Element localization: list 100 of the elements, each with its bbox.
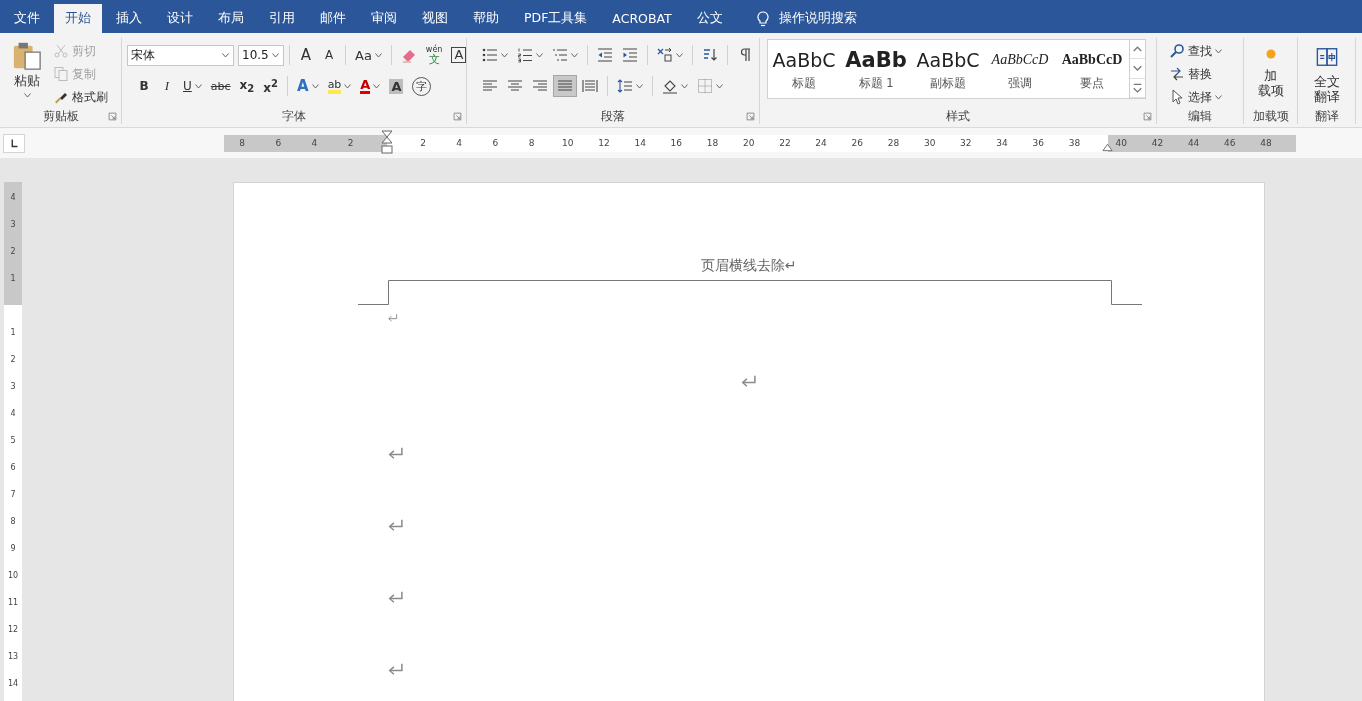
ruler-number: 2 (10, 246, 16, 256)
paint-bucket-icon (662, 78, 678, 94)
indent-marker-icon[interactable] (381, 130, 393, 156)
text-layout-icon (657, 47, 673, 63)
ruler-number: 22 (778, 136, 792, 150)
ruler-number: 38 (1067, 136, 1082, 150)
ruler-number: 42 (1151, 136, 1165, 150)
replace-button[interactable]: 替换 (1165, 63, 1226, 85)
shrink-font-button[interactable]: A (318, 44, 340, 66)
line-spacing-icon (617, 78, 633, 94)
indent-marker-icon[interactable] (1102, 142, 1113, 152)
style-item[interactable]: AaBbC 副标题 (912, 40, 984, 98)
dialog-launcher-icon[interactable] (453, 112, 462, 121)
add-ins-button[interactable]: 加 载项 (1257, 38, 1284, 108)
style-item[interactable]: AaBbC 标题 (768, 40, 840, 98)
ruler-number: 14 (633, 136, 647, 150)
ribbon-tab[interactable]: 布局 (207, 4, 255, 33)
align-center-icon (507, 78, 523, 94)
ruler-number: 10 (7, 570, 19, 580)
ruler-number: 3 (10, 381, 16, 391)
cursor-icon (1169, 89, 1185, 105)
group-label: 剪贴板 (42, 107, 79, 125)
ruler-number: 30 (922, 136, 937, 150)
ribbon-tab[interactable]: 帮助 (462, 4, 510, 33)
character-border-button[interactable]: A (447, 44, 471, 66)
superscript-button[interactable]: x$^{2}$ (259, 75, 282, 97)
group-label: 样式 (946, 107, 970, 125)
ruler-number: 2 (10, 354, 16, 364)
bulleted-list-icon (482, 47, 498, 63)
strikethrough-button[interactable]: abc (206, 75, 235, 97)
group-label: 编辑 (1188, 107, 1212, 125)
font-size-field[interactable]: 10.5 (238, 44, 284, 66)
dialog-launcher-icon[interactable] (746, 112, 755, 121)
ruler-number: 8 (527, 136, 536, 150)
ruler-number: 2 (419, 136, 427, 150)
dialog-launcher-icon[interactable] (108, 112, 117, 121)
increase-indent-icon (622, 47, 638, 63)
ruler-number: 28 (886, 136, 901, 150)
ruler-number: 24 (814, 136, 828, 150)
group-label: 段落 (601, 107, 625, 125)
ribbon-tab[interactable]: 设计 (156, 4, 204, 33)
ruler-number: 14 (7, 678, 19, 688)
ruler-number: 1 (10, 273, 16, 283)
ruler-number: 6 (274, 136, 283, 150)
ruler-number: 11 (7, 597, 19, 607)
scissors-icon (53, 43, 69, 59)
bold-button[interactable]: B (133, 75, 155, 97)
shading-button[interactable]: A (385, 75, 408, 97)
tab-stop-button[interactable] (3, 133, 25, 153)
ruler-number: 26 (850, 136, 864, 150)
lightbulb-icon (754, 10, 771, 27)
find-button[interactable]: 查找 (1165, 40, 1226, 62)
group-label: 翻译 (1314, 107, 1339, 125)
ruler-number: 12 (597, 136, 611, 150)
multilevel-list-icon (552, 47, 568, 63)
ribbon-tab[interactable]: ACROBAT (601, 4, 683, 33)
ribbon-tab[interactable]: 公文 (685, 4, 734, 33)
ruler-number: 40 (1115, 136, 1128, 150)
ribbon-tab[interactable]: 开始 (54, 4, 102, 33)
distributed-icon (582, 78, 598, 94)
font-color-button[interactable]: A (356, 75, 385, 97)
subscript-button[interactable]: x$_{2}$ (235, 75, 259, 97)
ruler-number: 4 (455, 136, 464, 150)
font-name-field[interactable]: 宋体 (127, 44, 234, 66)
ruler-number: 34 (995, 136, 1009, 150)
justify-button[interactable] (553, 75, 577, 97)
ribbon-tab[interactable]: 引用 (258, 4, 306, 33)
dialog-launcher-icon[interactable] (1143, 112, 1152, 121)
border-grid-icon (697, 78, 713, 94)
ribbon-tab[interactable]: 视图 (411, 4, 459, 33)
ruler-number: 4 (310, 136, 319, 150)
ribbon-tab[interactable]: 文件 (3, 4, 51, 33)
ribbon-tab[interactable]: PDF工具集 (513, 4, 599, 33)
text-effects-button[interactable]: A (293, 75, 323, 97)
ribbon-tab[interactable]: 审阅 (360, 4, 408, 33)
ruler-number: 32 (959, 136, 973, 150)
translate-button[interactable]: 全文 翻译 (1313, 38, 1340, 108)
ruler-number: 48 (1260, 136, 1273, 150)
format-painter-button[interactable]: 格式刷 (49, 86, 112, 108)
grow-font-button[interactable]: A (295, 44, 317, 66)
phonetic-guide-button[interactable]: wén 文 (421, 44, 447, 66)
ruler-number: 2 (346, 136, 355, 150)
style-item[interactable]: AaBbCcD 强调 (984, 40, 1056, 98)
align-right-icon (532, 78, 548, 94)
ruler-number: 18 (705, 136, 720, 150)
change-case-button[interactable]: Aa (351, 44, 386, 66)
ribbon-tab[interactable]: 插入 (105, 4, 153, 33)
underline-button[interactable]: U (179, 75, 206, 97)
select-button[interactable]: 选择 (1165, 86, 1226, 108)
italic-button[interactable]: I (156, 75, 178, 97)
tell-me-search[interactable]: 操作说明搜索 (750, 4, 861, 33)
group-label: 字体 (282, 107, 306, 125)
ribbon-tab[interactable]: 邮件 (309, 4, 357, 33)
decrease-indent-icon (597, 47, 613, 63)
style-item[interactable]: AaBbCcD 要点 (1056, 40, 1128, 98)
highlight-button[interactable]: ab (323, 75, 356, 97)
paste-button[interactable]: 粘贴 (5, 38, 49, 108)
ruler-number: 9 (10, 543, 16, 553)
ruler-number: 20 (742, 136, 756, 150)
style-item[interactable]: AaBb 标题 1 (840, 40, 912, 98)
